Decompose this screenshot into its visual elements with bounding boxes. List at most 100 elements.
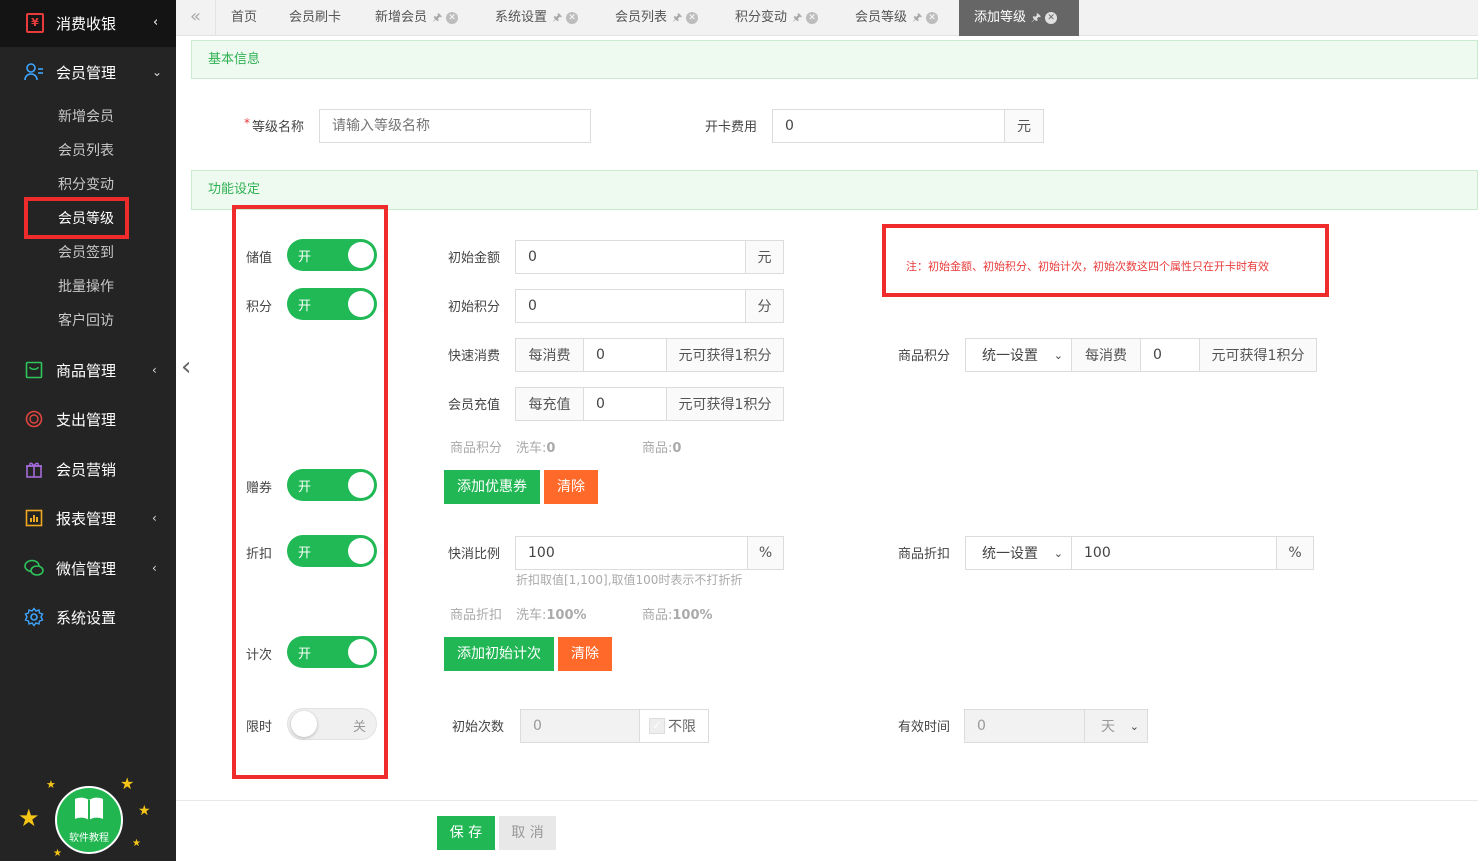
valid-time-unit-select[interactable]: 天 ⌄ xyxy=(1085,710,1147,742)
cancel-button[interactable]: 取 消 xyxy=(499,816,556,850)
bar-chart-icon xyxy=(24,508,44,528)
goods-discount-select[interactable]: 统一设置 ⌄ xyxy=(965,536,1072,570)
highlight-box xyxy=(24,197,129,239)
pin-icon[interactable]: 🖈 xyxy=(672,11,682,24)
save-button[interactable]: 保 存 xyxy=(437,816,495,850)
close-icon[interactable]: ✕ xyxy=(446,11,459,24)
init-times-value[interactable]: 0 xyxy=(521,710,640,742)
valid-time-input[interactable]: 0 天 ⌄ xyxy=(964,709,1148,743)
close-icon[interactable]: ✕ xyxy=(806,11,819,24)
close-icon[interactable]: ✕ xyxy=(926,11,939,24)
toggle-stored[interactable]: 开 xyxy=(287,239,377,271)
init-times-input[interactable]: 0 ✓ 不限 xyxy=(520,709,709,743)
goods-discount-input[interactable]: 100 % xyxy=(1071,536,1314,570)
tab-home[interactable]: 首页 xyxy=(231,0,257,36)
quick-ratio-value[interactable]: 100 xyxy=(516,537,748,569)
sidebar-item-marketing[interactable]: 会员营销 xyxy=(0,449,176,489)
goods-points-value[interactable]: 0 xyxy=(1141,339,1200,371)
close-icon[interactable]: ✕ xyxy=(1045,11,1058,24)
goods-points-select[interactable]: 统一设置 ⌄ xyxy=(965,338,1072,372)
goods-points-input[interactable]: 每消费 0 元可获得1积分 xyxy=(1071,338,1317,372)
init-points-input[interactable]: 0 分 xyxy=(515,289,784,323)
tab-label: 系统设置 xyxy=(495,10,548,25)
level-name-input[interactable] xyxy=(319,109,591,143)
sidebar-item-expense[interactable]: 支出管理 xyxy=(0,399,176,439)
goods-discount-unit: % xyxy=(1277,537,1313,569)
valid-time-value[interactable]: 0 xyxy=(965,710,1085,742)
toggle-state: 关 xyxy=(352,720,366,735)
star-icon: ★ xyxy=(46,778,56,791)
chevron-left-icon: ‹ xyxy=(153,15,159,30)
quick-ratio-input[interactable]: 100 % xyxy=(515,536,784,570)
quick-consume-input[interactable]: 每消费 0 元可获得1积分 xyxy=(515,338,784,372)
init-amount-value[interactable]: 0 xyxy=(516,241,746,273)
member-recharge-value[interactable]: 0 xyxy=(584,388,667,420)
sidebar-sub-checkin[interactable]: 会员签到 xyxy=(58,242,114,262)
tab-label: 新增会员 xyxy=(375,10,428,25)
add-coupon-button[interactable]: 添加优惠券 xyxy=(444,470,540,504)
init-points-label: 初始积分 xyxy=(448,300,501,315)
sidebar-item-settings[interactable]: 系统设置 xyxy=(0,597,176,637)
sidebar-item-goods[interactable]: 商品管理 ‹ xyxy=(0,350,176,390)
tab-system-settings[interactable]: 系统设置 🖈 ✕ xyxy=(495,0,579,36)
close-icon[interactable]: ✕ xyxy=(566,11,579,24)
sidebar-item-checkout[interactable]: ¥ 消费收银 ‹ xyxy=(0,0,176,47)
sidebar-item-member-mgmt[interactable]: 会员管理 ⌄ xyxy=(0,52,176,92)
member-recharge-prefix: 每充值 xyxy=(516,388,584,420)
init-points-value[interactable]: 0 xyxy=(516,290,746,322)
tab-points-change[interactable]: 积分变动 🖈 ✕ xyxy=(735,0,819,36)
toggle-coupon[interactable]: 开 xyxy=(287,469,377,501)
add-initial-count-button[interactable]: 添加初始计次 xyxy=(444,637,554,671)
toggle-count[interactable]: 开 xyxy=(287,636,377,668)
quick-consume-value[interactable]: 0 xyxy=(584,339,667,371)
clear-coupon-button[interactable]: 清除 xyxy=(544,470,598,504)
sidebar-sub-member-list[interactable]: 会员列表 xyxy=(58,140,114,160)
tab-member-list[interactable]: 会员列表 🖈 ✕ xyxy=(615,0,699,36)
unlimited-option[interactable]: ✓ 不限 xyxy=(640,710,708,742)
collapse-arrow-icon[interactable]: ‹ xyxy=(181,352,191,382)
card-fee-input[interactable]: 0 元 xyxy=(772,109,1044,143)
member-recharge-input[interactable]: 每充值 0 元可获得1积分 xyxy=(515,387,784,421)
sidebar-sub-add-member[interactable]: 新增会员 xyxy=(58,106,114,126)
pin-icon[interactable]: 🖈 xyxy=(552,11,562,24)
required-mark: * xyxy=(244,116,250,130)
sidebar-item-reports[interactable]: 报表管理 ‹ xyxy=(0,498,176,538)
tab-member-level[interactable]: 会员等级 🖈 ✕ xyxy=(855,0,939,36)
valid-time-unit: 天 xyxy=(1101,719,1115,735)
goods-points-label: 商品积分 xyxy=(898,349,951,364)
toggle-discount[interactable]: 开 xyxy=(287,535,377,567)
toggle-points[interactable]: 开 xyxy=(287,288,377,320)
sidebar-item-wechat[interactable]: 微信管理 ‹ xyxy=(0,548,176,588)
tutorial-button[interactable]: 软件教程 xyxy=(55,786,123,854)
toggle-state: 开 xyxy=(298,647,312,662)
coin-icon xyxy=(24,409,44,429)
gear-icon xyxy=(24,607,44,627)
tab-add-level[interactable]: 添加等级 🖈 ✕ xyxy=(959,0,1079,36)
goods-discount-value[interactable]: 100 xyxy=(1072,537,1277,569)
sidebar-item-label: 会员营销 xyxy=(56,460,117,479)
sidebar-sub-followup[interactable]: 客户回访 xyxy=(58,310,114,330)
sidebar-sub-batch[interactable]: 批量操作 xyxy=(58,276,114,296)
init-amount-input[interactable]: 0 元 xyxy=(515,240,784,274)
car-wash-label: 洗车: xyxy=(516,441,547,456)
chevron-left-icon: ‹ xyxy=(152,561,157,575)
star-icon: ★ xyxy=(138,803,151,819)
pin-icon[interactable]: 🖈 xyxy=(792,11,802,24)
toggle-timelimit[interactable]: 关 xyxy=(287,708,377,740)
goods-points-select-value: 统一设置 xyxy=(982,348,1038,364)
goods-points-suffix: 元可获得1积分 xyxy=(1200,339,1316,371)
double-chevron-left-icon[interactable]: « xyxy=(176,0,216,36)
pin-icon[interactable]: 🖈 xyxy=(912,11,922,24)
card-fee-value[interactable]: 0 xyxy=(773,110,1005,142)
pin-icon[interactable]: 🖈 xyxy=(1031,11,1041,24)
tab-add-member[interactable]: 新增会员 🖈 ✕ xyxy=(375,0,459,36)
toggle-knob xyxy=(348,291,374,317)
sidebar-sub-points-change[interactable]: 积分变动 xyxy=(58,174,114,194)
tab-member-card[interactable]: 会员刷卡 xyxy=(289,0,341,36)
close-icon[interactable]: ✕ xyxy=(686,11,699,24)
checkbox-icon[interactable]: ✓ xyxy=(649,718,665,734)
sidebar-item-label: 商品管理 xyxy=(56,361,117,380)
pin-icon[interactable]: 🖈 xyxy=(432,11,442,24)
goods-discount-value-text: 商品:100% xyxy=(642,604,713,623)
clear-count-button[interactable]: 清除 xyxy=(558,637,612,671)
